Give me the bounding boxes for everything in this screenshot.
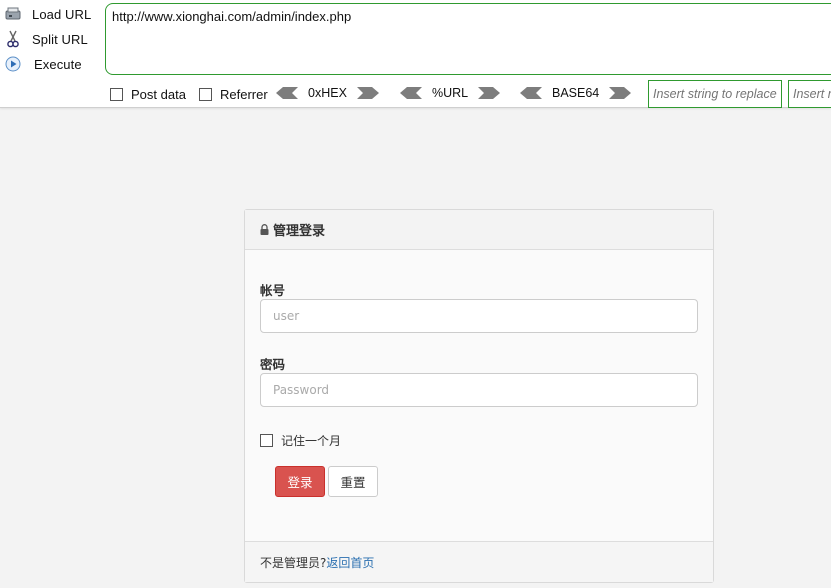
login-button[interactable]: 登录 (275, 466, 325, 497)
remember-checkbox-box[interactable] (260, 434, 273, 447)
load-url-icon (4, 5, 22, 23)
footer-text: 不是管理员? (260, 555, 327, 570)
panel-title: 管理登录 (273, 224, 326, 239)
url-encode-arrow-icon[interactable] (478, 86, 501, 100)
base64-encoder: BASE64 (520, 86, 632, 100)
url-decode-arrow-icon[interactable] (400, 86, 422, 100)
replace-string-input[interactable] (648, 80, 782, 108)
home-link[interactable]: 返回首页 (326, 554, 374, 571)
post-data-label: Post data (131, 87, 186, 102)
load-url-label: Load URL (32, 6, 92, 22)
post-data-checkbox[interactable]: Post data (110, 87, 186, 102)
post-data-checkbox-box[interactable] (110, 88, 123, 101)
remember-checkbox[interactable]: 记住一个月 (260, 432, 341, 449)
referrer-checkbox-box[interactable] (199, 88, 212, 101)
referrer-checkbox[interactable]: Referrer (199, 87, 268, 102)
play-icon (4, 55, 22, 73)
hex-encoder: 0xHEX (276, 86, 379, 100)
password-input[interactable] (260, 373, 698, 407)
split-url-button[interactable]: Split URL (4, 28, 88, 50)
login-panel: 管理登录 帐号 密码 记住一个月 登录 重置 不是管理员? 返回首页 (244, 209, 714, 583)
password-label: 密码 (260, 357, 286, 372)
execute-label: Execute (34, 56, 82, 72)
hackbar-toolbar: Load URL Split URL Execute Post data (0, 0, 831, 108)
panel-footer: 不是管理员? 返回首页 (245, 541, 713, 582)
scissors-icon (4, 30, 22, 48)
remember-label: 记住一个月 (281, 434, 342, 448)
hex-decode-arrow-icon[interactable] (276, 86, 298, 100)
lock-icon (260, 224, 269, 235)
base64-decode-arrow-icon[interactable] (520, 86, 542, 100)
panel-header: 管理登录 (245, 210, 713, 250)
reset-button[interactable]: 重置 (328, 466, 378, 497)
hex-label: 0xHEX (308, 86, 347, 100)
replace-with-input[interactable] (788, 80, 831, 108)
url-encoder: %URL (400, 86, 501, 100)
account-label: 帐号 (260, 283, 286, 298)
base64-label: BASE64 (552, 86, 600, 100)
url-textarea[interactable] (105, 3, 831, 75)
referrer-label: Referrer (220, 87, 268, 102)
execute-button[interactable]: Execute (4, 53, 82, 75)
base64-encode-arrow-icon[interactable] (609, 86, 632, 100)
load-url-button[interactable]: Load URL (4, 3, 91, 25)
url-encode-label: %URL (432, 86, 469, 100)
username-input[interactable] (260, 299, 698, 333)
split-url-label: Split URL (32, 31, 88, 47)
hex-encode-arrow-icon[interactable] (356, 86, 379, 100)
